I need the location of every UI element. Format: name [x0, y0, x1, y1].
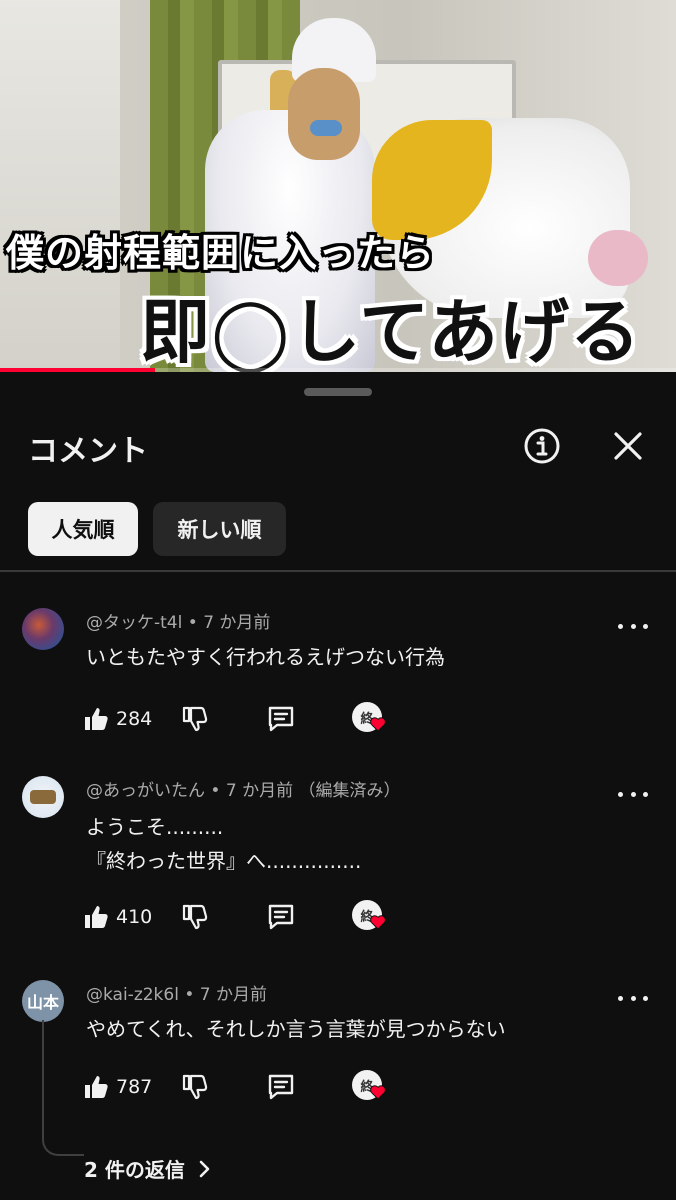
video-person-face [288, 68, 360, 160]
like-button[interactable]: 410 [82, 900, 152, 934]
thumbs-up-icon [85, 708, 108, 730]
video-progress-bar[interactable] [0, 368, 676, 372]
heart-icon [370, 717, 386, 732]
comment-time: 7 か月前 [225, 781, 294, 801]
meta-separator: • [187, 613, 204, 633]
avatar[interactable] [22, 608, 64, 650]
video-caption-line1: 僕の射程範囲に入ったら [6, 231, 436, 275]
edited-label: （編集済み） [298, 781, 401, 801]
comment-text: やめてくれ、それしか言う言葉が見つからない [86, 1017, 506, 1041]
dislike-button[interactable] [180, 702, 208, 736]
more-options-icon[interactable] [618, 616, 648, 636]
divider [0, 570, 676, 572]
comment-author[interactable]: @kai-z2k6l [86, 985, 179, 1005]
drag-handle[interactable] [304, 388, 372, 396]
comment-meta: @タッケ-t4l • 7 か月前 [86, 608, 270, 633]
info-icon[interactable] [522, 426, 562, 466]
video-progress-fill [0, 368, 156, 372]
like-button[interactable]: 284 [82, 702, 152, 736]
reply-button[interactable] [266, 1070, 296, 1104]
reply-thread-line [42, 1020, 84, 1156]
video-player[interactable]: 僕の射程範囲に入ったら 即◯してあげる [0, 0, 676, 372]
meta-separator: • [210, 781, 226, 801]
dislike-button[interactable] [180, 1070, 208, 1104]
close-icon[interactable] [608, 426, 648, 466]
comment-time: 7 か月前 [203, 613, 271, 633]
avatar[interactable] [22, 776, 64, 818]
comment-text: いともたやすく行われるえげつない行為 [86, 645, 445, 669]
thumbs-down-icon [182, 904, 208, 930]
reply-button[interactable] [266, 702, 296, 736]
comment-actions: 284 終 [82, 702, 402, 736]
reply-bubble-icon [268, 706, 294, 732]
like-count: 284 [116, 708, 153, 730]
video-person-lips [310, 120, 342, 136]
heart-icon [370, 1085, 386, 1100]
sort-chip-popular[interactable]: 人気順 [28, 502, 138, 556]
thumbs-down-icon [182, 706, 208, 732]
heart-icon [370, 915, 386, 930]
comment-actions: 787 終 [82, 1070, 402, 1104]
chevron-right-icon [199, 1160, 210, 1177]
thumbs-up-icon [85, 1076, 108, 1098]
sort-chip-newest[interactable]: 新しい順 [153, 502, 286, 556]
comment-meta: @kai-z2k6l • 7 か月前 [86, 980, 267, 1005]
video-background-wall [0, 0, 120, 372]
replies-count-label: 2 件の返信 [84, 1158, 185, 1182]
more-options-icon[interactable] [618, 784, 648, 804]
reply-button[interactable] [266, 900, 296, 934]
dislike-button[interactable] [180, 900, 208, 934]
like-count: 410 [116, 906, 153, 928]
meta-separator: • [184, 985, 200, 1005]
comment-actions: 410 終 [82, 900, 402, 934]
more-options-icon[interactable] [618, 988, 648, 1008]
like-count: 787 [116, 1076, 153, 1098]
reply-bubble-icon [268, 1074, 294, 1100]
reply-bubble-icon [268, 904, 294, 930]
sheet-title: コメント [28, 434, 148, 469]
comment-author[interactable]: @タッケ-t4l [86, 613, 182, 633]
view-replies-button[interactable]: 2 件の返信 [84, 1154, 215, 1183]
comment-meta: @あっがいたん • 7 か月前 （編集済み） [86, 776, 400, 801]
comment-text: ようこそ......... 『終わった世界』へ............... [86, 815, 362, 873]
comments-sheet: コメント 人気順 新しい順 @タッケ-t4l • 7 か月前 いともたやすく行わ… [0, 374, 676, 1200]
thumbs-down-icon [182, 1074, 208, 1100]
avatar[interactable]: 山本 [22, 980, 64, 1022]
comment-author[interactable]: @あっがいたん [86, 781, 205, 801]
thumbs-up-icon [85, 906, 108, 928]
like-button[interactable]: 787 [82, 1070, 152, 1104]
comment-time: 7 か月前 [199, 985, 268, 1005]
video-caption-line2: 即◯してあげる [140, 291, 642, 372]
